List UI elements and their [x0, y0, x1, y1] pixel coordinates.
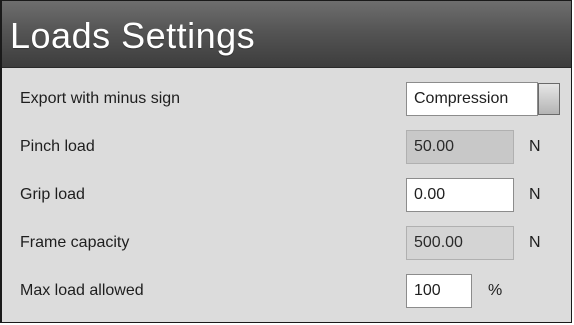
pinch-load-label: Pinch load — [20, 138, 95, 155]
frame-capacity-unit: N — [529, 234, 541, 251]
pinch-load-unit: N — [529, 138, 541, 155]
grip-load-unit: N — [529, 186, 541, 203]
frame-capacity-field: 500.00 — [406, 226, 514, 260]
max-load-allowed-label: Max load allowed — [20, 282, 144, 299]
max-load-allowed-row: Max load allowed 100 % — [2, 267, 571, 315]
max-load-allowed-unit: % — [488, 282, 503, 299]
export-minus-sign-row: Export with minus sign Compression — [2, 75, 571, 123]
frame-capacity-label: Frame capacity — [20, 234, 130, 251]
max-load-allowed-field[interactable]: 100 — [406, 274, 472, 308]
loads-settings-panel: Loads Settings Export with minus sign Co… — [0, 0, 572, 323]
grip-load-row: Grip load 0.00 N — [2, 171, 571, 219]
export-minus-sign-label: Export with minus sign — [20, 90, 181, 107]
title-bar: Loads Settings — [2, 1, 571, 68]
grip-load-label: Grip load — [20, 186, 85, 203]
export-minus-sign-dropdown-button[interactable] — [538, 83, 560, 115]
page-title: Loads Settings — [10, 15, 256, 56]
frame-capacity-row: Frame capacity 500.00 N — [2, 219, 571, 267]
pinch-load-field: 50.00 — [406, 130, 514, 164]
pinch-load-row: Pinch load 50.00 N — [2, 123, 571, 171]
export-minus-sign-select[interactable]: Compression — [406, 82, 538, 116]
grip-load-field[interactable]: 0.00 — [406, 178, 514, 212]
